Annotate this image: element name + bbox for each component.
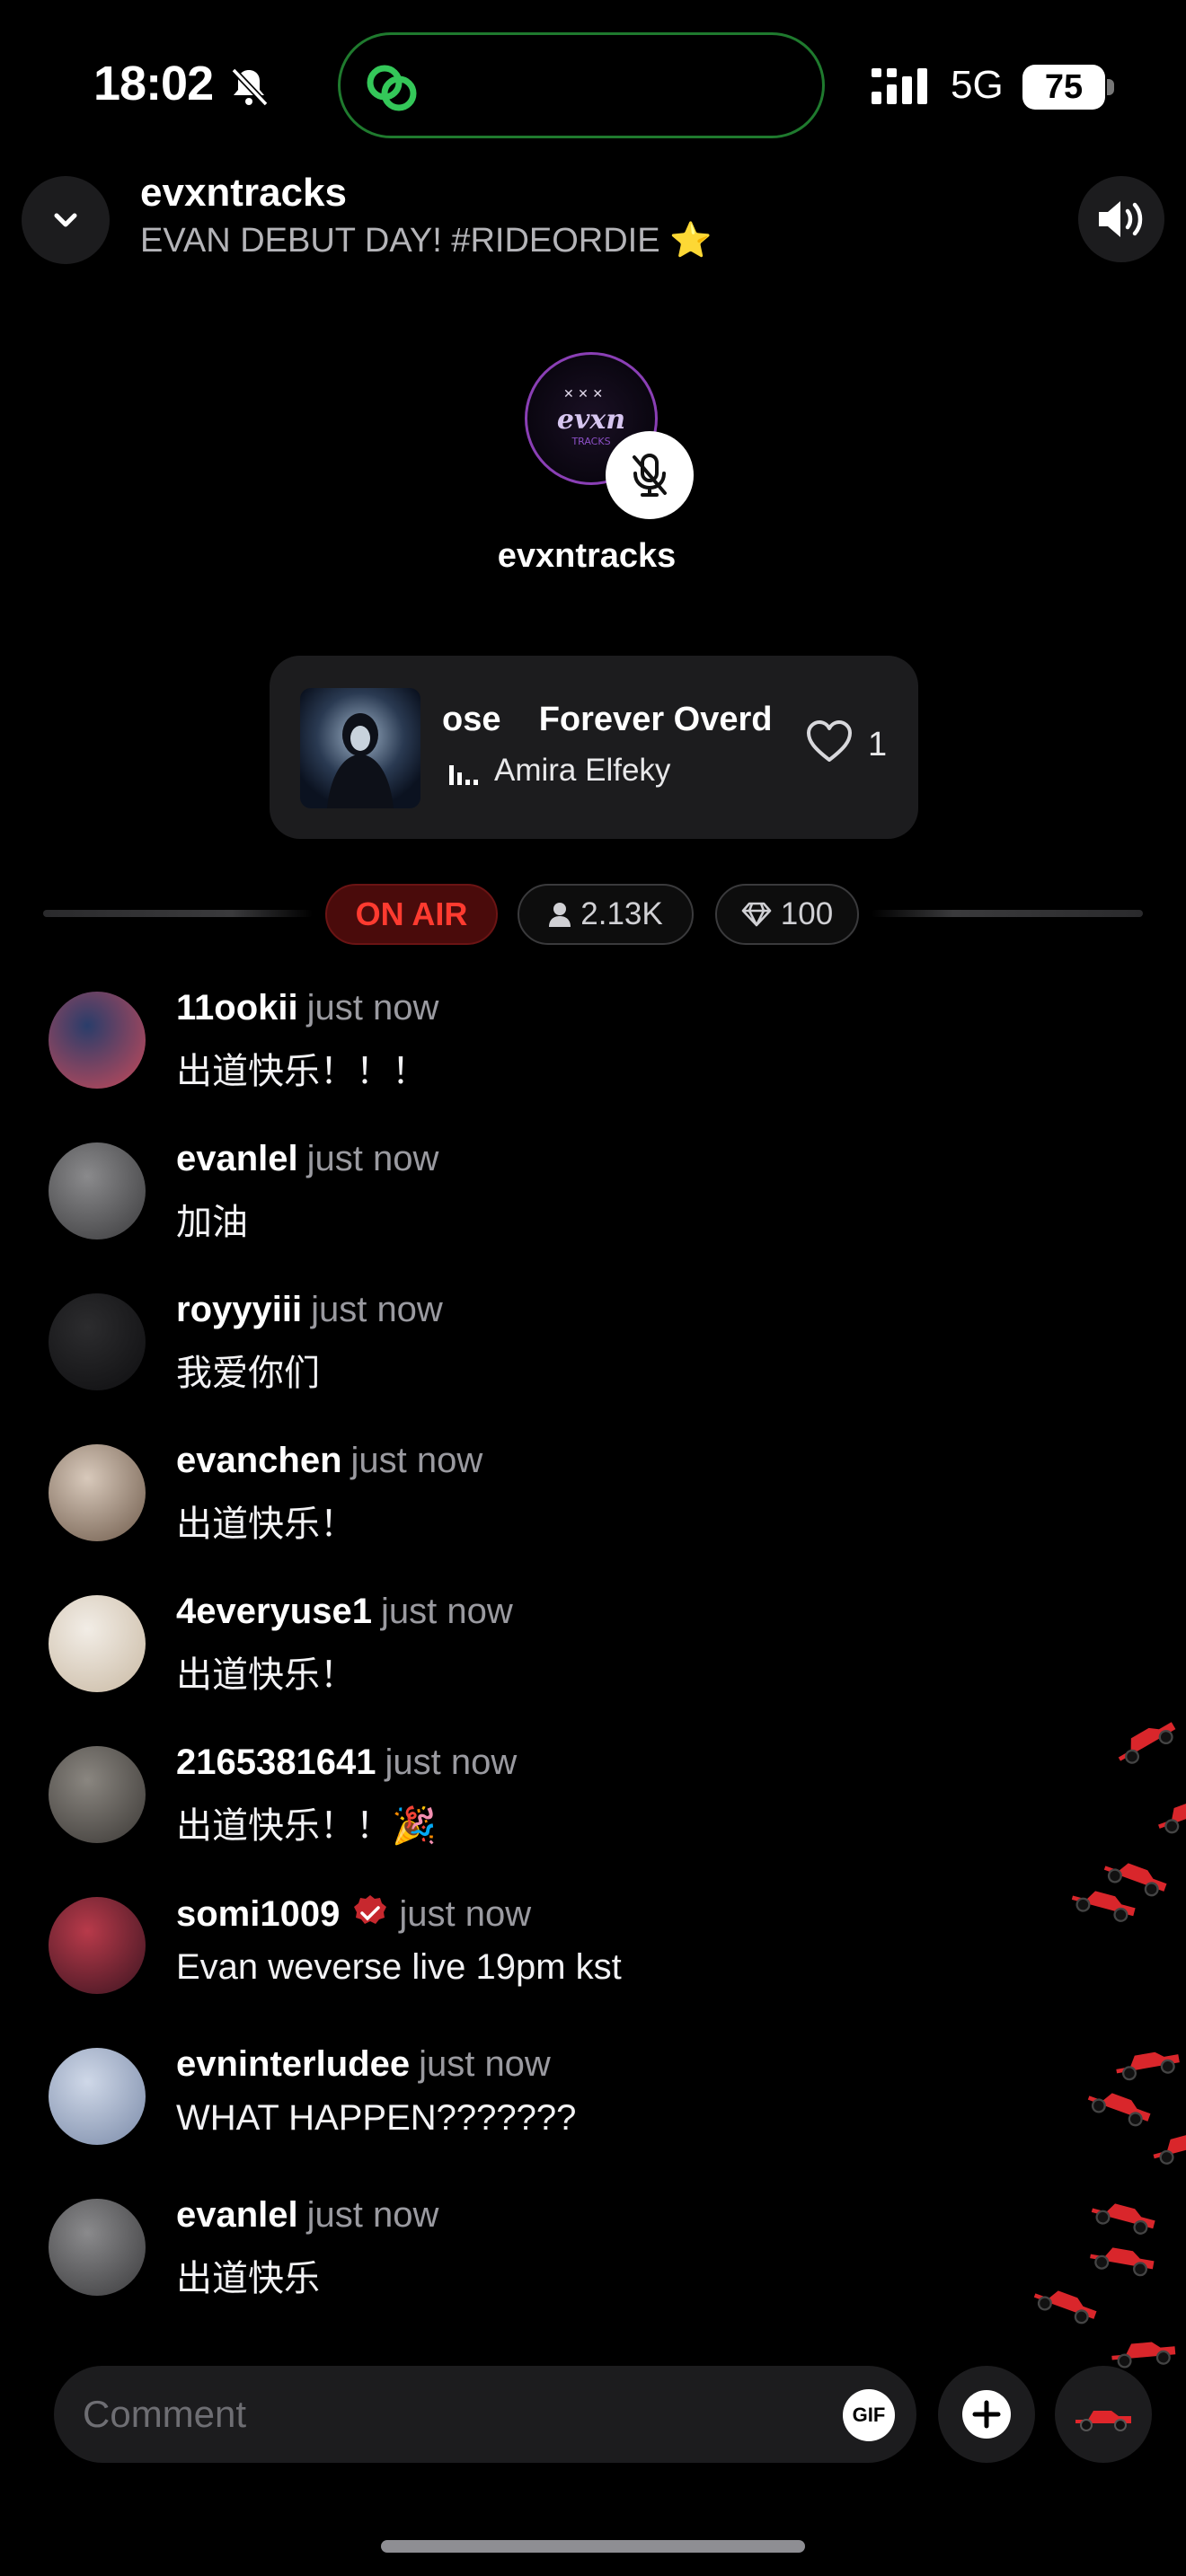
comment-username[interactable]: evanlel — [176, 1139, 298, 1178]
header-host-name[interactable]: evxntracks — [140, 171, 347, 216]
listener-count: 2.13K — [580, 896, 663, 931]
comment-username[interactable]: evanchen — [176, 1441, 342, 1480]
comment-header: royyyiii just now — [176, 1290, 443, 1330]
race-car-icon — [1116, 2051, 1180, 2081]
race-car-icon — [1118, 1722, 1176, 1764]
comment-avatar[interactable] — [49, 1897, 146, 1994]
network-label: 5G — [951, 63, 1004, 107]
race-car-icon — [1158, 1799, 1186, 1834]
svg-text:✕ ✕ ✕: ✕ ✕ ✕ — [563, 387, 603, 401]
comment-header: evanlel just now — [176, 2195, 438, 2236]
heart-icon[interactable] — [805, 719, 854, 765]
add-button[interactable] — [938, 2366, 1035, 2463]
comment-time: just now — [350, 1441, 483, 1480]
comment-avatar[interactable] — [49, 1444, 146, 1541]
comment-header: evninterludee just now — [176, 2044, 551, 2085]
comment-time: just now — [419, 2044, 551, 2084]
home-indicator[interactable] — [381, 2540, 805, 2553]
reaction-button[interactable] — [1055, 2366, 1152, 2463]
comment-time: just now — [306, 988, 439, 1028]
comment-text: 我爱你们 — [176, 1354, 320, 1393]
comment-text: Evan weverse live 19pm kst — [176, 1947, 622, 1987]
bell-slash-icon — [231, 67, 269, 107]
diamond-count-pill[interactable]: 100 — [715, 884, 859, 945]
equalizer-icon — [449, 765, 478, 785]
race-car-icon — [1075, 2411, 1131, 2431]
like-count: 1 — [868, 726, 888, 763]
comment-avatar[interactable] — [49, 2199, 146, 2296]
comment-time: just now — [306, 2195, 439, 2235]
comment-header: evanchen just now — [176, 1441, 482, 1481]
comment-input[interactable]: Comment — [54, 2366, 916, 2463]
on-air-badge: ON AIR — [325, 884, 498, 945]
battery-cap — [1107, 79, 1114, 95]
comment-username[interactable]: evanlel — [176, 2195, 298, 2235]
chevron-down-icon — [54, 213, 77, 227]
status-time: 18:02 — [93, 57, 214, 110]
comment-text: 加油 — [176, 1203, 248, 1242]
mic-slash-icon — [633, 454, 667, 497]
room-title: EVAN DEBUT DAY! #RIDEORDIE ⭐️ — [140, 222, 712, 260]
track-artist: Amira Elfeky — [494, 753, 671, 788]
comment-username[interactable]: 2165381641 — [176, 1742, 376, 1782]
host-name-label: evxntracks — [497, 537, 677, 575]
person-icon — [549, 903, 571, 927]
divider-right — [872, 910, 1143, 917]
comment-placeholder: Comment — [83, 2393, 247, 2435]
album-art — [300, 688, 420, 808]
race-car-icon — [1087, 2093, 1151, 2127]
race-car-icon — [1033, 2290, 1097, 2325]
comment-time: just now — [306, 1139, 439, 1178]
comment-text: 出道快乐 — [176, 2259, 320, 2298]
comment-header: somi1009 just now — [176, 1893, 531, 1935]
svg-text:evxn: evxn — [557, 404, 625, 436]
diamond-count: 100 — [780, 896, 834, 931]
comment-header: 4everyuse1 just now — [176, 1592, 513, 1632]
comment-time: just now — [399, 1894, 532, 1934]
divider-left — [43, 910, 313, 917]
speaker-button[interactable] — [1078, 176, 1164, 262]
gif-button[interactable]: GIF — [843, 2389, 895, 2441]
battery-level: 75 — [1022, 65, 1105, 110]
host-avatar-subtext: TRACKS — [571, 436, 610, 447]
comment-text: 出道快乐！！🎉 — [176, 1806, 437, 1846]
comment-header: 2165381641 just now — [176, 1742, 517, 1783]
verified-badge-icon — [354, 1895, 387, 1924]
comment-avatar[interactable] — [49, 1595, 146, 1692]
comment-username[interactable]: 11ookii — [176, 988, 298, 1028]
comment-text: WHAT HAPPEN??????? — [176, 2098, 577, 2138]
listener-count-pill[interactable]: 2.13K — [518, 884, 694, 945]
comment-time: just now — [311, 1290, 443, 1329]
comment-avatar[interactable] — [49, 992, 146, 1089]
comment-username[interactable]: royyyiii — [176, 1290, 302, 1329]
comment-text: 出道快乐！ — [176, 1504, 356, 1544]
comment-avatar[interactable] — [49, 1746, 146, 1843]
plus-icon — [962, 2390, 1011, 2439]
link-icon — [367, 65, 417, 111]
diamond-icon — [741, 902, 772, 927]
comment-time: just now — [385, 1742, 518, 1782]
signal-icon — [872, 68, 927, 104]
collapse-button[interactable] — [22, 176, 110, 264]
comment-username[interactable]: evninterludee — [176, 2044, 410, 2084]
comment-avatar[interactable] — [49, 2048, 146, 2145]
mic-muted-badge — [606, 431, 694, 519]
comment-header: 11ookii just now — [176, 988, 438, 1028]
comment-text: 出道快乐！！！ — [176, 1052, 428, 1091]
comment-header: evanlel just now — [176, 1139, 438, 1179]
comment-text: 出道快乐！ — [176, 1655, 356, 1695]
comment-time: just now — [380, 1592, 513, 1631]
comment-avatar[interactable] — [49, 1142, 146, 1239]
race-car-icon — [1111, 2342, 1176, 2369]
track-title: ose Forever Overd — [442, 701, 773, 738]
comment-avatar[interactable] — [49, 1293, 146, 1390]
comment-username[interactable]: 4everyuse1 — [176, 1592, 372, 1631]
speaker-icon — [1099, 201, 1143, 237]
comment-username[interactable]: somi1009 — [176, 1894, 340, 1934]
